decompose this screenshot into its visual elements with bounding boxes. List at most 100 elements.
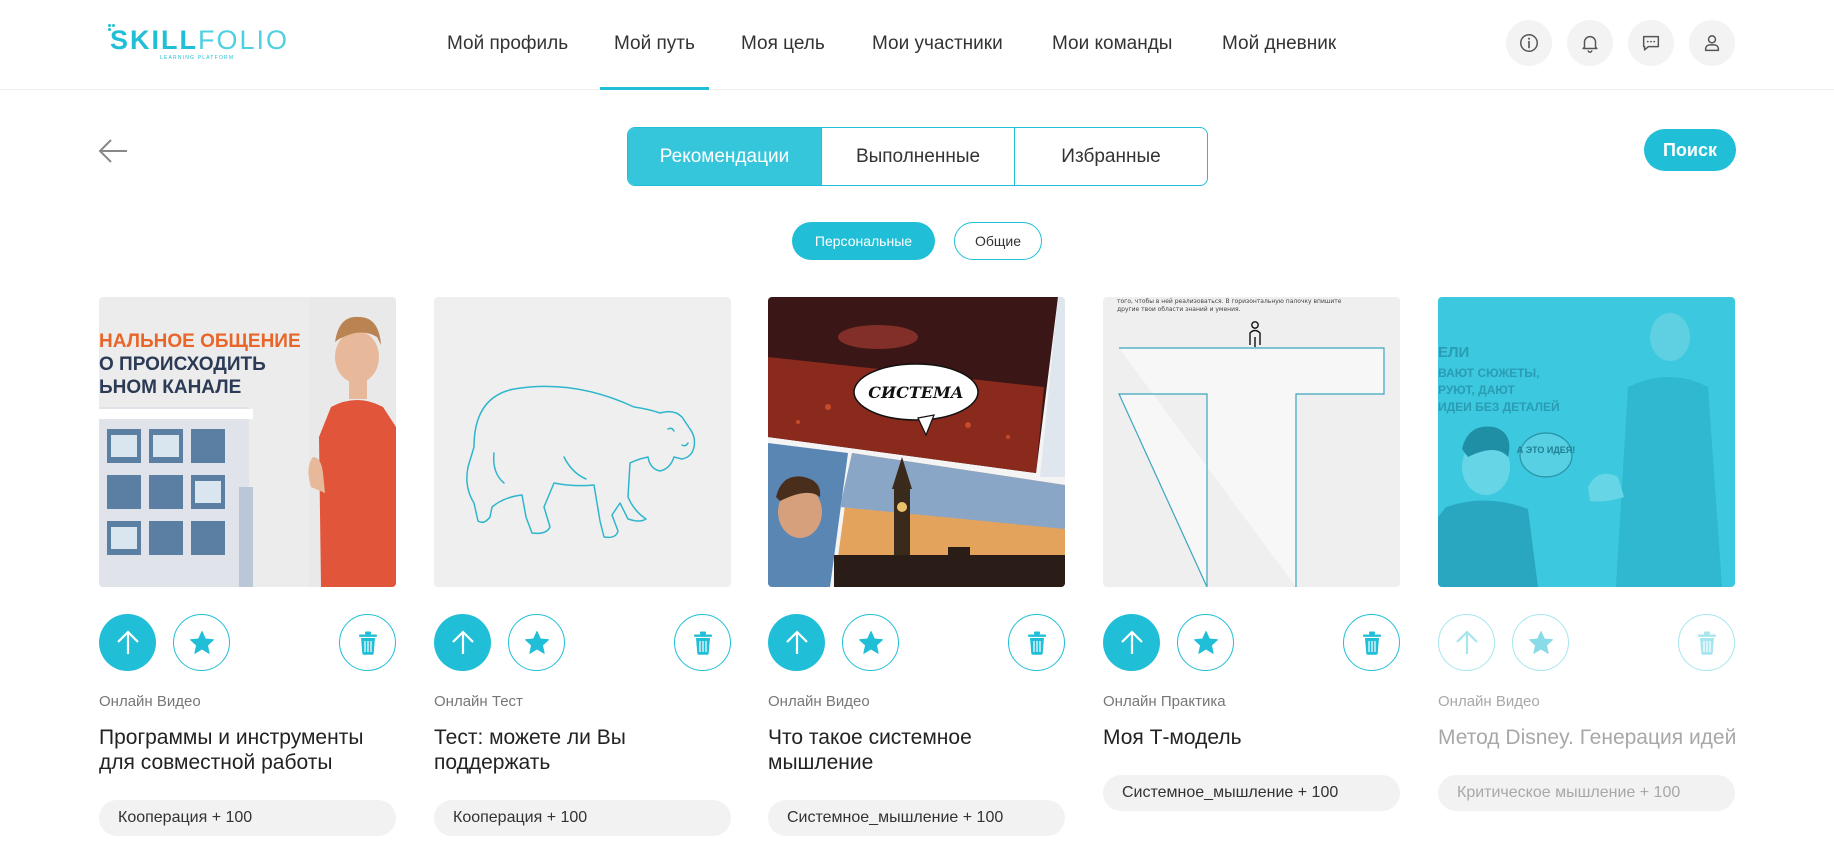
thumbnail-caption-line-1: того, чтобы в ней реализоваться. В гориз…	[1117, 298, 1342, 305]
card-type: Онлайн Практика	[1103, 693, 1226, 710]
skill-tag: Кооперация + 100	[99, 800, 396, 836]
course-card: Онлайн Тест Тест: можете ли Вы поддержат…	[434, 297, 731, 836]
trash-icon	[693, 631, 712, 655]
card-thumbnail[interactable]: А ЭТО ИДЕЯ! ЕЛИ ВАЮТ СЮЖЕТЫ, РУЮТ, ДАЮТ …	[1438, 297, 1735, 587]
start-button[interactable]	[434, 614, 491, 671]
logo-text-part2: FOLIO	[198, 25, 290, 55]
back-button[interactable]	[96, 136, 130, 166]
nav-item-profile[interactable]: Мой профиль	[447, 33, 568, 55]
content-tabs: Рекомендации Выполненные Избранные	[627, 127, 1208, 186]
arrow-up-icon	[451, 629, 474, 654]
search-button[interactable]: Поиск	[1644, 129, 1736, 171]
bubble-text: А ЭТО ИДЕЯ!	[1517, 445, 1576, 455]
logo-text-part1: SKILL	[110, 25, 198, 55]
trash-icon	[1027, 631, 1046, 655]
favorite-button[interactable]	[842, 614, 899, 671]
notifications-button[interactable]	[1567, 20, 1613, 66]
arrow-left-icon	[98, 139, 127, 163]
delete-button[interactable]	[1678, 614, 1735, 671]
card-title[interactable]: Метод Disney. Генерация идей	[1438, 725, 1736, 750]
nav-item-diary[interactable]: Мой дневник	[1222, 33, 1336, 55]
skill-tag: Кооперация + 100	[434, 800, 731, 836]
thumbnail-text-line-2: О ПРОИСХОДИТЬ	[99, 354, 266, 375]
star-icon	[189, 630, 214, 654]
profile-button[interactable]	[1689, 20, 1735, 66]
skill-tag: Системное_мышление + 100	[1103, 775, 1400, 811]
card-type: Онлайн Видео	[768, 693, 870, 710]
thumbnail-text-line-1: НАЛЬНОЕ ОБЩЕНИЕ	[99, 331, 301, 352]
delete-button[interactable]	[1008, 614, 1065, 671]
info-icon	[1520, 34, 1538, 52]
video-thumbnail-illustration: НАЛЬНОЕ ОБЩЕНИЕ О ПРОИСХОДИТЬ ЬНОМ КАНАЛ…	[99, 297, 396, 587]
card-thumbnail[interactable]	[434, 297, 731, 587]
favorite-button[interactable]	[1177, 614, 1234, 671]
nav-item-goal[interactable]: Моя цель	[741, 33, 825, 55]
arrow-up-icon	[1455, 629, 1478, 654]
active-nav-indicator	[600, 87, 709, 90]
start-button[interactable]	[1103, 614, 1160, 671]
favorite-button[interactable]	[508, 614, 565, 671]
card-title[interactable]: Моя Т-модель	[1103, 725, 1400, 750]
card-type: Онлайн Тест	[434, 693, 523, 710]
user-icon	[1704, 35, 1720, 52]
skillfolio-logo[interactable]: SKILLFOLIO LEARNING PLATFORM	[108, 24, 290, 61]
logo-tagline: LEARNING PLATFORM	[160, 55, 235, 61]
favorite-button[interactable]	[173, 614, 230, 671]
favorite-button[interactable]	[1512, 614, 1569, 671]
card-thumbnail[interactable]: того, чтобы в ней реализоваться. В гориз…	[1103, 297, 1400, 587]
delete-button[interactable]	[339, 614, 396, 671]
start-button[interactable]	[99, 614, 156, 671]
bubble-text: СИСТЕМА	[868, 383, 963, 402]
star-icon	[524, 630, 549, 654]
nav-item-path[interactable]: Мой путь	[614, 33, 695, 55]
course-card: А ЭТО ИДЕЯ! ЕЛИ ВАЮТ СЮЖЕТЫ, РУЮТ, ДАЮТ …	[1438, 297, 1736, 811]
course-card: того, чтобы в ней реализоваться. В гориз…	[1103, 297, 1400, 811]
card-actions	[1438, 614, 1735, 672]
start-button[interactable]	[768, 614, 825, 671]
system-collage-illustration: СИСТЕМА	[768, 297, 1065, 587]
t-model-illustration: того, чтобы в ней реализоваться. В гориз…	[1103, 297, 1400, 587]
filter-personal[interactable]: Персональные	[792, 222, 935, 260]
bell-icon	[1582, 35, 1598, 53]
arrow-up-icon	[116, 629, 139, 654]
card-thumbnail[interactable]: НАЛЬНОЕ ОБЩЕНИЕ О ПРОИСХОДИТЬ ЬНОМ КАНАЛ…	[99, 297, 396, 587]
course-card: НАЛЬНОЕ ОБЩЕНИЕ О ПРОИСХОДИТЬ ЬНОМ КАНАЛ…	[99, 297, 396, 836]
star-icon	[1528, 630, 1553, 654]
info-button[interactable]	[1506, 20, 1552, 66]
messages-button[interactable]	[1628, 20, 1674, 66]
nav-item-participants[interactable]: Мои участники	[872, 33, 1003, 55]
course-card: СИСТЕМА Онлайн Видео Что такое системное…	[768, 297, 1065, 836]
logo-dots-icon	[108, 24, 116, 31]
card-title[interactable]: Тест: можете ли Вы поддержать	[434, 725, 731, 775]
tab-favorites[interactable]: Избранные	[1014, 128, 1207, 185]
trash-icon	[1697, 631, 1716, 655]
tab-completed[interactable]: Выполненные	[821, 128, 1014, 185]
card-title[interactable]: Что такое системное мышление	[768, 725, 1065, 775]
skill-tag: Системное_мышление + 100	[768, 800, 1065, 836]
thumbnail-text-line-4: ИДЕИ БЕЗ ДЕТАЛЕЙ	[1438, 399, 1560, 414]
card-actions	[434, 614, 731, 672]
nav-item-teams[interactable]: Мои команды	[1052, 33, 1172, 55]
bear-sketch-illustration	[434, 297, 731, 587]
chat-icon	[1642, 35, 1660, 51]
star-icon	[1193, 630, 1218, 654]
tab-recommendations[interactable]: Рекомендации	[628, 128, 821, 185]
card-type: Онлайн Видео	[99, 693, 201, 710]
card-title[interactable]: Программы и инструменты для совместной р…	[99, 725, 396, 775]
delete-button[interactable]	[674, 614, 731, 671]
start-button[interactable]	[1438, 614, 1495, 671]
arrow-up-icon	[1120, 629, 1143, 654]
delete-button[interactable]	[1343, 614, 1400, 671]
thumbnail-text-line-3: ЬНОМ КАНАЛЕ	[99, 377, 241, 398]
filter-general[interactable]: Общие	[954, 222, 1042, 260]
thumbnail-text-line-2: ВАЮТ СЮЖЕТЫ,	[1438, 366, 1539, 380]
card-type: Онлайн Видео	[1438, 693, 1540, 710]
arrow-up-icon	[785, 629, 808, 654]
trash-icon	[358, 631, 377, 655]
thumbnail-text-line-1: ЕЛИ	[1438, 344, 1469, 361]
card-actions	[768, 614, 1065, 672]
thumbnail-text-line-3: РУЮТ, ДАЮТ	[1438, 383, 1515, 397]
thumbnail-caption-line-2: другие твои области знаний и умения.	[1117, 306, 1241, 313]
card-thumbnail[interactable]: СИСТЕМА	[768, 297, 1065, 587]
trash-icon	[1362, 631, 1381, 655]
